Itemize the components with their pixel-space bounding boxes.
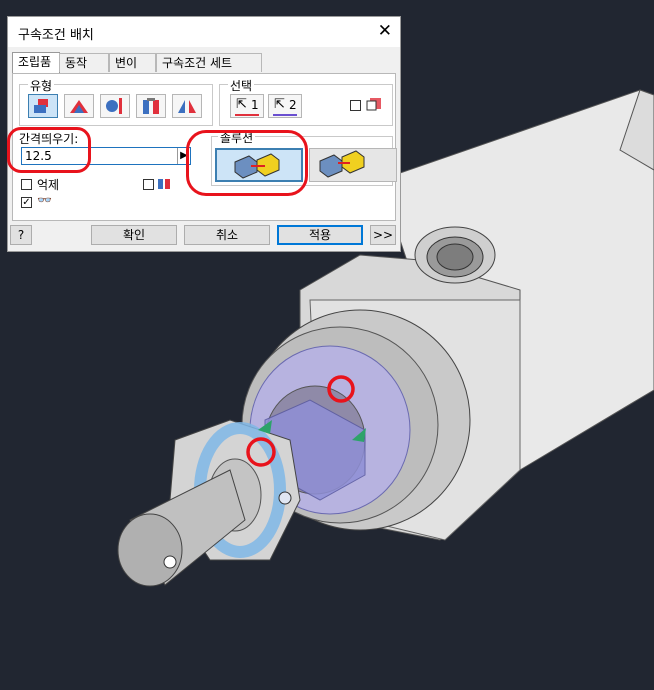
type-group: 유형	[19, 77, 213, 126]
apply-button[interactable]: 적용	[277, 225, 363, 245]
mate-icon	[34, 99, 48, 113]
first-occurrence-checkbox[interactable]	[350, 100, 361, 111]
dialog-title: 구속조건 배치	[18, 28, 94, 43]
mate-constraint-button[interactable]	[28, 94, 58, 118]
tab-constraint-set[interactable]: 구속조건 세트	[156, 53, 262, 72]
ok-button[interactable]: 확인	[91, 225, 177, 245]
tangent-constraint-button[interactable]	[100, 94, 130, 118]
preview-checkbox[interactable]: ✓	[21, 197, 32, 208]
cursor-arrow-icon-2: ⇱	[274, 97, 285, 112]
select-group: 선택 ⇱ 1 ⇱ 2	[219, 77, 393, 126]
glasses-icon: 👓	[37, 193, 52, 207]
flush-solution-icon	[319, 150, 365, 178]
suppress-label: 억제	[37, 178, 60, 192]
highlight-offset	[7, 127, 91, 173]
predict-offset-checkbox[interactable]	[143, 179, 154, 190]
cancel-button[interactable]: 취소	[184, 225, 270, 245]
insert-constraint-button[interactable]	[136, 94, 166, 118]
close-icon[interactable]: ✕	[378, 21, 392, 41]
angle-icon	[70, 100, 88, 113]
angle-constraint-button[interactable]	[64, 94, 94, 118]
select-1-button[interactable]: ⇱ 1	[230, 94, 264, 118]
symmetry-constraint-button[interactable]	[172, 94, 202, 118]
tab-motion[interactable]: 동작	[59, 53, 109, 72]
tab-assembly[interactable]: 조립품	[12, 52, 60, 73]
symmetry-icon	[178, 100, 196, 113]
help-button[interactable]: ?	[10, 225, 32, 245]
tab-transitional[interactable]: 변이	[109, 53, 156, 72]
type-group-label: 유형	[28, 77, 55, 94]
suppress-checkbox[interactable]	[21, 179, 32, 190]
select-group-label: 선택	[228, 77, 255, 94]
dialog-titlebar: 구속조건 배치 ✕	[8, 17, 400, 47]
select-1-label: 1	[251, 98, 259, 112]
tangent-icon	[106, 98, 122, 114]
select-2-color	[273, 114, 297, 116]
more-button[interactable]: >>	[370, 225, 396, 245]
insert-icon	[143, 98, 159, 114]
select-2-button[interactable]: ⇱ 2	[268, 94, 302, 118]
highlight-solution	[186, 130, 308, 196]
predict-offset-icon	[158, 179, 170, 189]
select-2-label: 2	[289, 98, 297, 112]
pick-part-first-icon	[366, 98, 381, 111]
flush-solution-button[interactable]	[309, 148, 397, 182]
cursor-arrow-icon: ⇱	[236, 97, 247, 112]
select-1-color	[235, 114, 259, 116]
